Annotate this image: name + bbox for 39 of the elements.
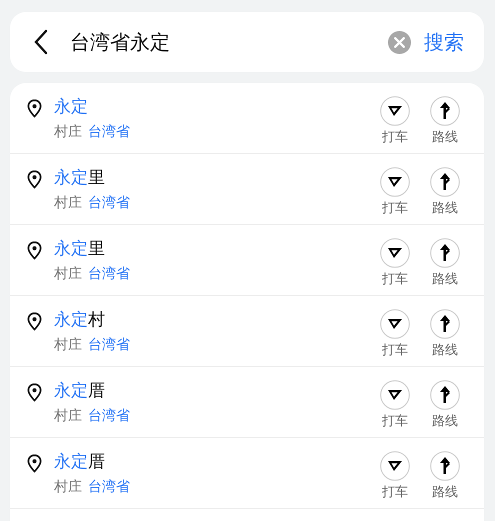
region-link[interactable]: 台湾省 bbox=[88, 193, 130, 213]
place-type: 村庄 bbox=[54, 478, 82, 497]
place-name[interactable]: 永定村 bbox=[54, 309, 370, 331]
place-type: 村庄 bbox=[54, 336, 82, 355]
place-type: 村庄 bbox=[54, 123, 82, 142]
route-label[interactable]: 路线 bbox=[432, 485, 458, 501]
place-name[interactable]: 永定厝 bbox=[54, 380, 370, 402]
route-label[interactable]: 路线 bbox=[432, 130, 458, 146]
taxi-label[interactable]: 打车 bbox=[382, 272, 408, 288]
taxi-label[interactable]: 打车 bbox=[382, 414, 408, 430]
route-label[interactable]: 路线 bbox=[432, 201, 458, 217]
back-icon[interactable] bbox=[34, 29, 48, 55]
place-name[interactable]: 永定 bbox=[54, 96, 370, 118]
taxi-label[interactable]: 打车 bbox=[382, 485, 408, 501]
place-type: 村庄 bbox=[54, 407, 82, 426]
location-pin-icon bbox=[27, 312, 42, 331]
location-pin-icon bbox=[27, 241, 42, 260]
region-link[interactable]: 台湾省 bbox=[88, 122, 130, 142]
taxi-label[interactable]: 打车 bbox=[382, 130, 408, 146]
region-link[interactable]: 台湾省 bbox=[88, 264, 130, 284]
region-link[interactable]: 台湾省 bbox=[88, 477, 130, 497]
place-type: 村庄 bbox=[54, 194, 82, 213]
location-pin-icon bbox=[27, 99, 42, 118]
search-field[interactable]: 台湾省永定 搜索 bbox=[10, 12, 484, 72]
region-link[interactable]: 台湾省 bbox=[88, 335, 130, 355]
location-pin-icon bbox=[27, 454, 42, 473]
route-label[interactable]: 路线 bbox=[432, 343, 458, 359]
taxi-label[interactable]: 打车 bbox=[382, 343, 408, 359]
route-label[interactable]: 路线 bbox=[432, 272, 458, 288]
place-name[interactable]: 永定里 bbox=[54, 238, 370, 260]
place-type: 村庄 bbox=[54, 265, 82, 284]
location-pin-icon bbox=[27, 170, 42, 189]
taxi-label[interactable]: 打车 bbox=[382, 201, 408, 217]
search-button[interactable]: 搜索 bbox=[424, 28, 464, 56]
route-label[interactable]: 路线 bbox=[432, 414, 458, 430]
place-name[interactable]: 永定里 bbox=[54, 167, 370, 189]
location-pin-icon bbox=[27, 383, 42, 402]
place-name[interactable]: 永定厝 bbox=[54, 451, 370, 473]
region-link[interactable]: 台湾省 bbox=[88, 406, 130, 426]
